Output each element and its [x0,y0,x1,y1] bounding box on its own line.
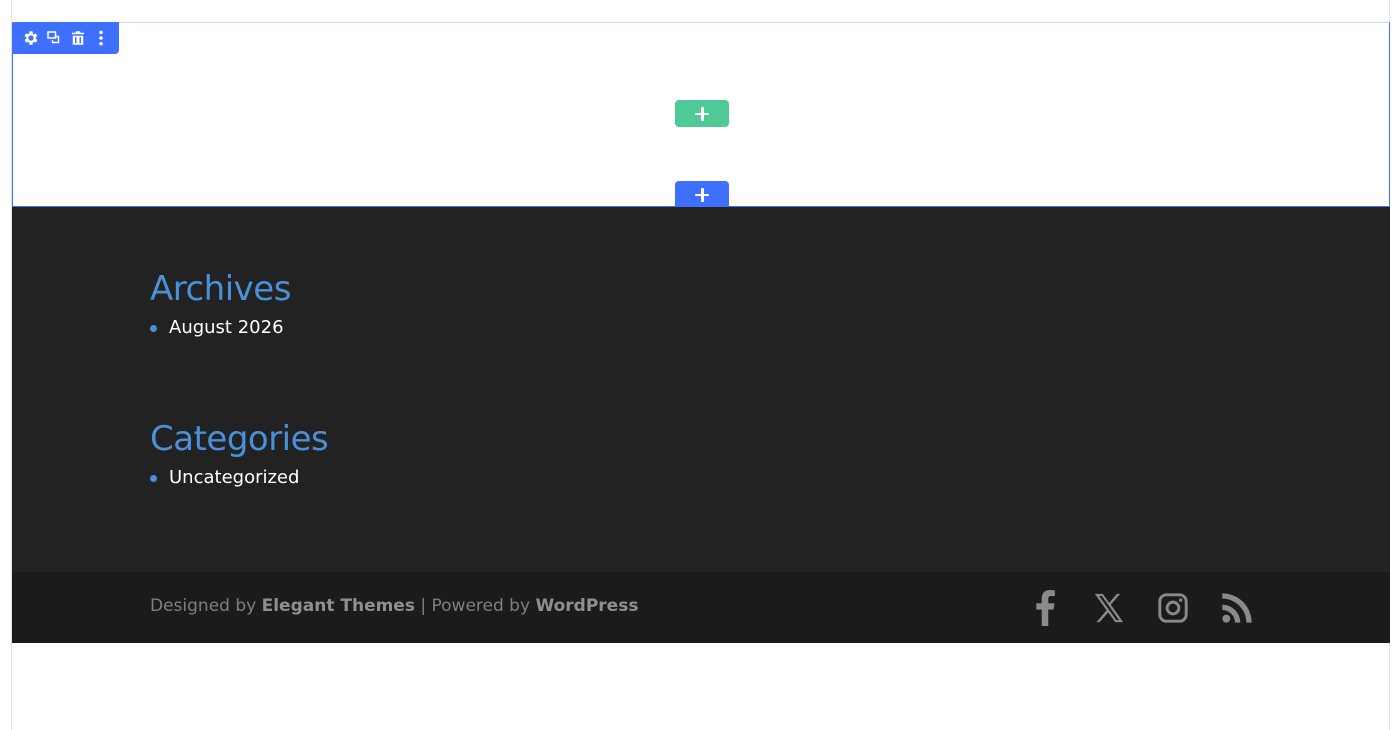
category-link[interactable]: Uncategorized [169,467,299,488]
page-canvas: Archives August 2026 Categories Uncatego… [11,0,1390,730]
instagram-icon[interactable] [1155,588,1191,628]
section-toolbar [13,22,119,54]
widget-title: Archives [150,269,291,309]
builder-section[interactable] [12,22,1390,208]
list-item: August 2026 [150,315,291,341]
more-vertical-icon[interactable] [90,27,112,49]
credits-designer-link[interactable]: Elegant Themes [262,596,415,616]
widget-title: Categories [150,419,329,459]
footer-credits: Designed by Elegant Themes | Powered by … [150,596,638,616]
trash-icon[interactable] [67,27,89,49]
bullet-icon [150,475,157,482]
bullet-icon [150,325,157,332]
credits-designed-prefix: Designed by [150,596,257,616]
x-icon[interactable] [1091,588,1127,628]
duplicate-icon[interactable] [43,27,65,49]
add-section-button[interactable] [675,181,729,208]
archive-link[interactable]: August 2026 [169,317,284,338]
credits-platform-link[interactable]: WordPress [535,596,638,616]
widget-list: Uncategorized [150,465,328,491]
list-item: Uncategorized [150,465,328,491]
plus-icon [695,106,709,121]
footer-widgets: Archives August 2026 Categories Uncatego… [12,207,1390,572]
credits-separator: | Powered by [420,596,531,616]
social-icons [1027,586,1255,630]
plus-icon [695,187,709,202]
footer-bottom-bar: Designed by Elegant Themes | Powered by … [12,572,1390,643]
categories-widget: Categories Uncategorized [150,419,329,491]
facebook-icon[interactable] [1027,588,1063,628]
add-row-button[interactable] [675,100,729,127]
rss-icon[interactable] [1219,588,1255,628]
archives-widget: Archives August 2026 [150,269,291,341]
gear-icon[interactable] [20,27,42,49]
widget-list: August 2026 [150,315,291,341]
